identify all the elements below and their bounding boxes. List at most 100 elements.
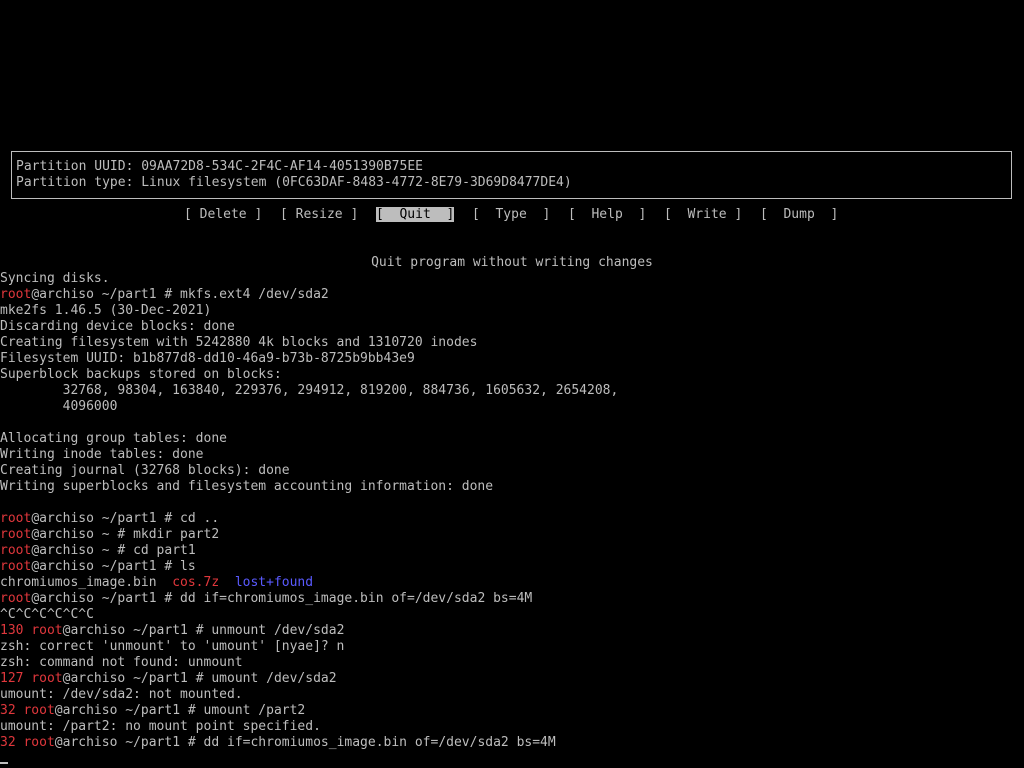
prompt-command: ~ # cd part1 xyxy=(93,543,196,558)
help-button[interactable]: [ Help ] xyxy=(568,207,646,223)
exit-code: 32 xyxy=(0,703,24,718)
dump-prefix: [ xyxy=(760,207,776,222)
terminal-line: Writing superblocks and filesystem accou… xyxy=(0,479,494,494)
terminal-output: Syncing disks. root@archiso ~/part1 # mk… xyxy=(0,271,1024,751)
terminal-line: Creating filesystem with 5242880 4k bloc… xyxy=(0,335,478,350)
terminal-line: zsh: command not found: unmount xyxy=(0,655,243,670)
delete-prefix: [ xyxy=(184,207,200,222)
help-suffix: ] xyxy=(630,207,647,222)
terminal-line: Allocating group tables: done xyxy=(0,431,227,446)
type-label: Type xyxy=(487,207,535,222)
status-message: Quit program without writing changes xyxy=(371,255,653,270)
resize-label: Resize xyxy=(295,207,343,222)
prompt-line: root@archiso ~/part1 # cd .. xyxy=(0,511,1024,527)
prompt-user: root xyxy=(23,735,55,750)
prompt-user: root xyxy=(0,527,32,542)
terminal-line: Superblock backups stored on blocks: xyxy=(0,367,282,382)
prompt-line: root@archiso ~/part1 # dd if=chromiumos_… xyxy=(0,591,1024,607)
prompt-user: root xyxy=(0,559,32,574)
prompt-command: ~/part1 # dd if=chromiumos_image.bin of=… xyxy=(117,735,556,750)
resize-prefix: [ xyxy=(280,207,296,222)
prompt-line: root@archiso ~/part1 # mkfs.ext4 /dev/sd… xyxy=(0,287,1024,303)
prompt-command: ~/part1 # mkfs.ext4 /dev/sda2 xyxy=(93,287,329,302)
prompt-user: root xyxy=(0,511,32,526)
prompt-command: ~/part1 # dd if=chromiumos_image.bin of=… xyxy=(93,591,533,606)
write-label: Write xyxy=(679,207,727,222)
partition-type-line: Partition type: Linux filesystem (0FC63D… xyxy=(16,175,572,190)
prompt-line: 127 root@archiso ~/part1 # umount /dev/s… xyxy=(0,671,1024,687)
resize-button[interactable]: [ Resize ] xyxy=(280,207,358,223)
terminal-line: Writing inode tables: done xyxy=(0,447,204,462)
prompt-line: 32 root@archiso ~/part1 # dd if=chromium… xyxy=(0,735,1024,751)
ls-separator xyxy=(219,575,235,590)
prompt-line: 32 root@archiso ~/part1 # umount /part2 xyxy=(0,703,1024,719)
delete-label: Delete xyxy=(199,207,247,222)
terminal-line: 4096000 xyxy=(0,399,118,414)
dump-button[interactable]: [ Dump ] xyxy=(760,207,838,223)
prompt-command: ~ # mkdir part2 xyxy=(93,527,220,542)
prompt-host: @archiso xyxy=(31,511,94,526)
terminal-line: mke2fs 1.46.5 (30-Dec-2021) xyxy=(0,303,212,318)
delete-button[interactable]: [ Delete ] xyxy=(184,207,262,223)
delete-suffix: ] xyxy=(246,207,263,222)
prompt-command: ~/part1 # umount /part2 xyxy=(117,703,306,718)
prompt-command: ~/part1 # unmount /dev/sda2 xyxy=(125,623,345,638)
type-prefix: [ xyxy=(472,207,488,222)
prompt-user: root xyxy=(0,591,32,606)
write-button[interactable]: [ Write ] xyxy=(664,207,742,223)
prompt-host: @archiso xyxy=(54,703,118,718)
prompt-host: @archiso xyxy=(31,591,94,606)
prompt-host: @archiso xyxy=(31,287,94,302)
exit-code: 130 xyxy=(0,623,32,638)
quit-label: [ Quit ] xyxy=(376,207,455,222)
terminal-line: umount: /part2: no mount point specified… xyxy=(0,719,321,734)
resize-suffix: ] xyxy=(342,207,359,222)
terminal-line: ^C^C^C^C^C^C xyxy=(0,607,94,622)
prompt-user: root xyxy=(23,703,55,718)
prompt-command: ~/part1 # cd .. xyxy=(93,511,220,526)
prompt-user: root xyxy=(31,671,63,686)
file-chromiumos-image: chromiumos_image.bin xyxy=(0,575,173,590)
write-suffix: ] xyxy=(726,207,743,222)
terminal-cursor[interactable] xyxy=(0,762,8,764)
partition-info-box: Partition UUID: 09AA72D8-534C-2F4C-AF14-… xyxy=(11,151,1012,199)
prompt-command: ~/part1 # umount /dev/sda2 xyxy=(125,671,337,686)
terminal-line: zsh: correct 'unmount' to 'umount' [nyae… xyxy=(0,639,345,654)
prompt-host: @archiso xyxy=(31,559,94,574)
prompt-user: root xyxy=(0,287,32,302)
dir-lost-found: lost+found xyxy=(234,575,314,590)
help-prefix: [ xyxy=(568,207,584,222)
prompt-host: @archiso xyxy=(62,623,126,638)
prompt-line: root@archiso ~/part1 # ls xyxy=(0,559,1024,575)
terminal-line: Discarding device blocks: done xyxy=(0,319,235,334)
file-cos-archive: cos.7z xyxy=(172,575,220,590)
prompt-command: ~/part1 # ls xyxy=(93,559,196,574)
type-suffix: ] xyxy=(534,207,551,222)
terminal-line: 32768, 98304, 163840, 229376, 294912, 81… xyxy=(0,383,619,398)
terminal-line: Creating journal (32768 blocks): done xyxy=(0,463,290,478)
prompt-host: @archiso xyxy=(31,543,94,558)
prompt-host: @archiso xyxy=(31,527,94,542)
prompt-host: @archiso xyxy=(62,671,126,686)
dump-label: Dump xyxy=(775,207,823,222)
prompt-line: 130 root@archiso ~/part1 # unmount /dev/… xyxy=(0,623,1024,639)
prompt-user: root xyxy=(0,543,32,558)
prompt-line: root@archiso ~ # mkdir part2 xyxy=(0,527,1024,543)
dump-suffix: ] xyxy=(822,207,839,222)
help-label: Help xyxy=(583,207,631,222)
prompt-line: root@archiso ~ # cd part1 xyxy=(0,543,1024,559)
terminal-line: Syncing disks. xyxy=(0,271,110,286)
type-button[interactable]: [ Type ] xyxy=(472,207,550,223)
terminal-line: Filesystem UUID: b1b877d8-dd10-46a9-b73b… xyxy=(0,351,415,366)
ls-output-line: chromiumos_image.bin cos.7z lost+found xyxy=(0,575,1024,591)
quit-button[interactable]: [ Quit ] xyxy=(376,207,455,223)
partition-uuid-line: Partition UUID: 09AA72D8-534C-2F4C-AF14-… xyxy=(16,159,423,174)
write-prefix: [ xyxy=(664,207,680,222)
exit-code: 127 xyxy=(0,671,32,686)
prompt-host: @archiso xyxy=(54,735,118,750)
terminal-line: umount: /dev/sda2: not mounted. xyxy=(0,687,243,702)
exit-code: 32 xyxy=(0,735,24,750)
prompt-user: root xyxy=(31,623,63,638)
